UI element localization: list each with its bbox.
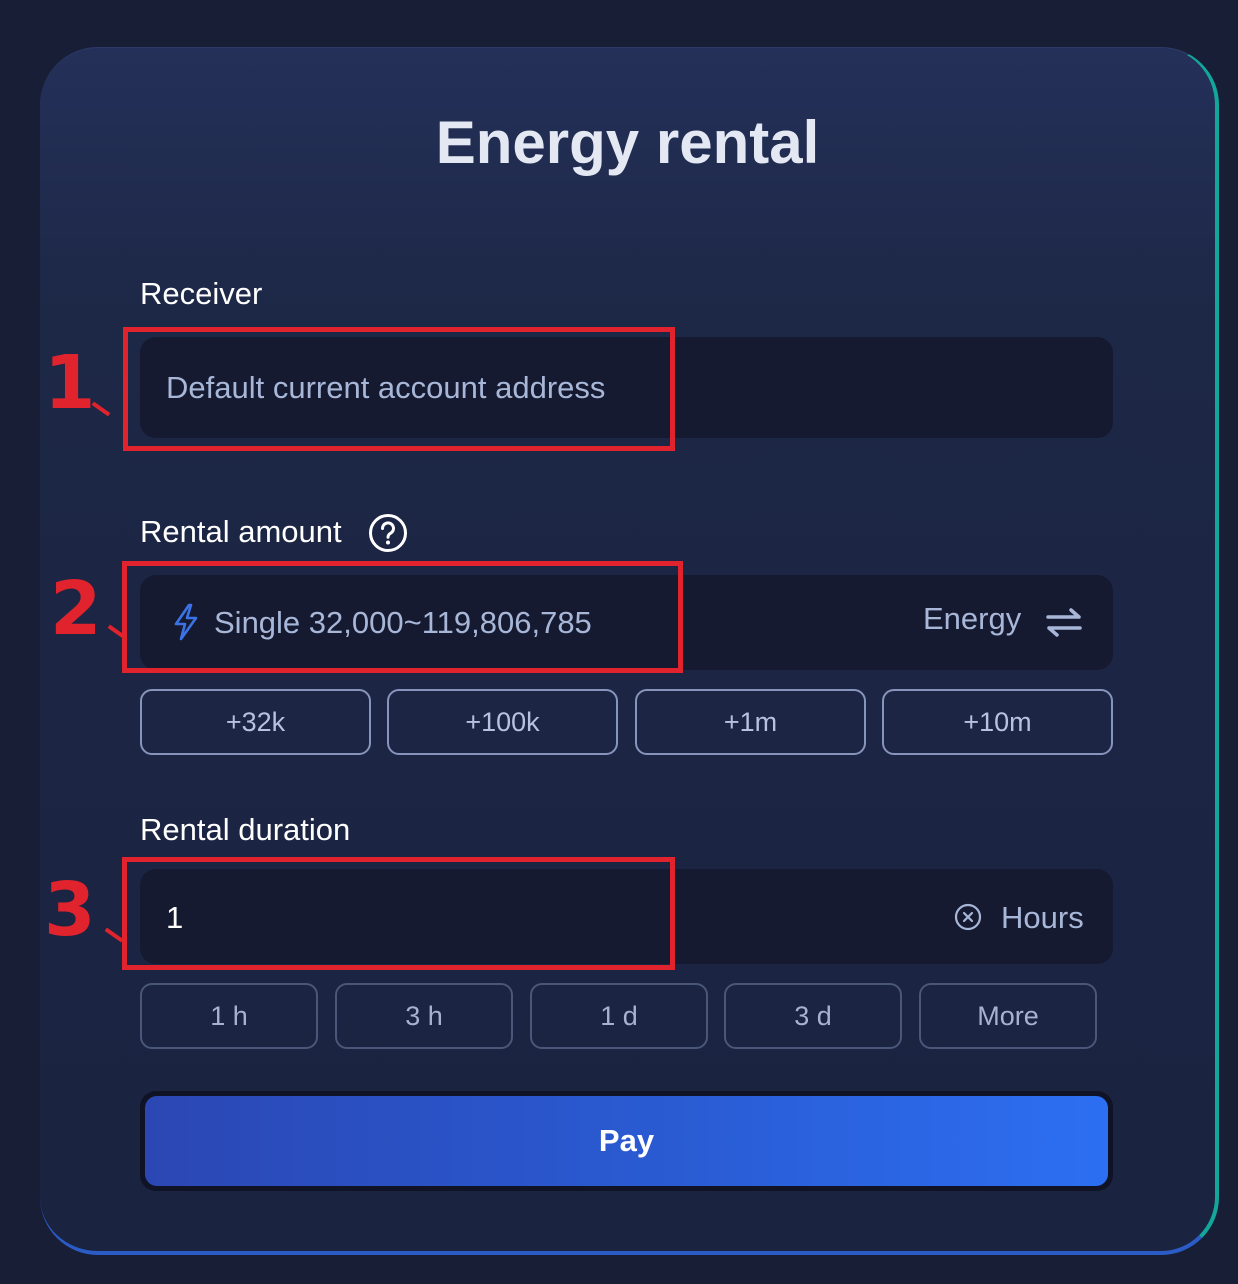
help-icon[interactable] — [368, 513, 408, 553]
pay-button[interactable]: Pay — [140, 1091, 1113, 1191]
annotation-box-2 — [122, 561, 683, 673]
duration-chip-more[interactable]: More — [919, 983, 1097, 1049]
amount-chip-1m[interactable]: +1m — [635, 689, 866, 755]
clear-icon[interactable] — [954, 903, 982, 931]
duration-chip-1h[interactable]: 1 h — [140, 983, 318, 1049]
annotation-box-3 — [122, 857, 675, 970]
receiver-label: Receiver — [140, 276, 263, 311]
amount-chip-32k[interactable]: +32k — [140, 689, 371, 755]
swap-arrows-icon[interactable] — [1044, 607, 1084, 639]
annotation-number-2: 2 — [50, 566, 102, 652]
page-title: Energy rental — [435, 109, 820, 176]
amount-chip-100k[interactable]: +100k — [387, 689, 618, 755]
hours-unit-label: Hours — [1001, 900, 1084, 935]
duration-chip-3h[interactable]: 3 h — [335, 983, 513, 1049]
annotation-number-3: 3 — [44, 867, 96, 953]
rental-amount-label: Rental amount — [140, 514, 342, 549]
energy-unit-label[interactable]: Energy — [923, 601, 1021, 637]
annotation-box-1 — [123, 327, 675, 451]
rental-duration-label: Rental duration — [140, 812, 351, 847]
duration-chip-3d[interactable]: 3 d — [724, 983, 902, 1049]
duration-chip-1d[interactable]: 1 d — [530, 983, 708, 1049]
pay-button-label: Pay — [145, 1096, 1108, 1186]
amount-chip-10m[interactable]: +10m — [882, 689, 1113, 755]
annotation-number-1: 1 — [44, 340, 96, 426]
